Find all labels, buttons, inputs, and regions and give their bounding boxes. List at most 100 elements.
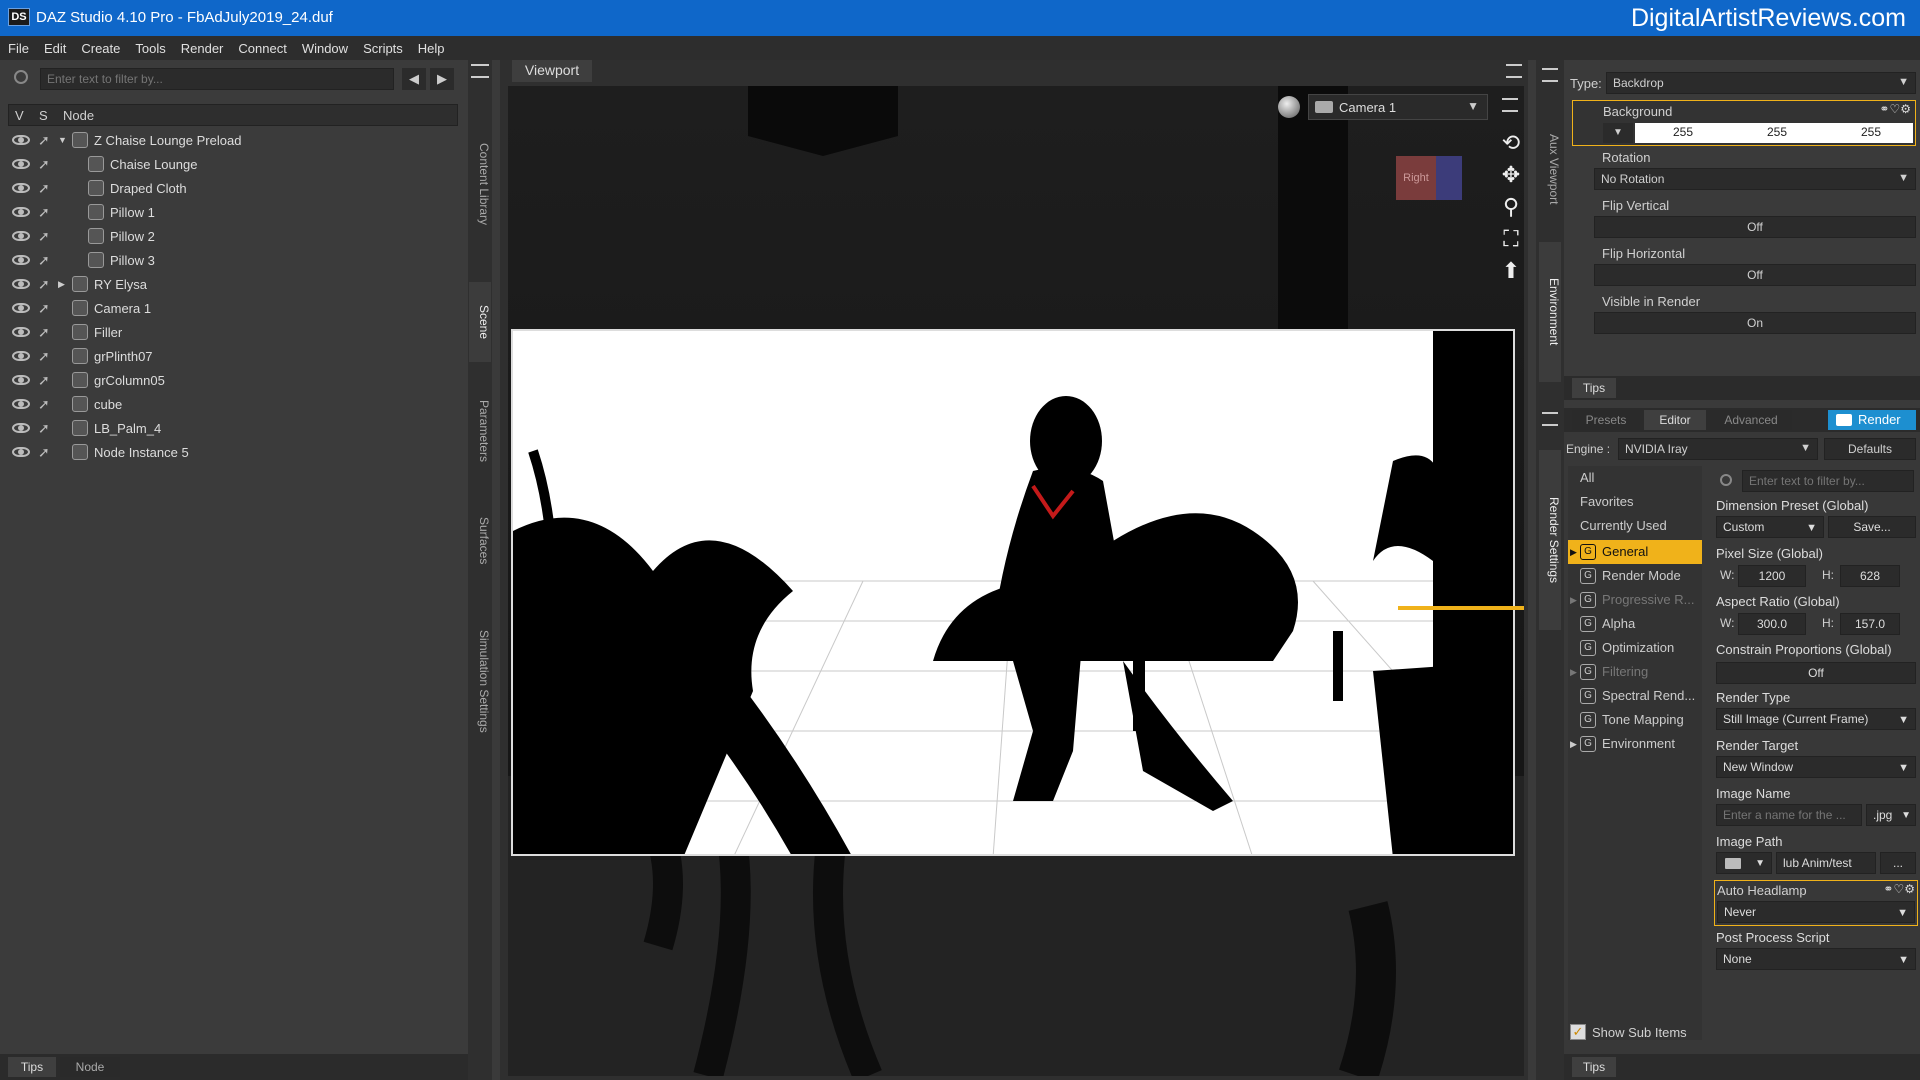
arrow-left-icon[interactable]: ◀: [402, 68, 426, 90]
col-node[interactable]: Node: [63, 108, 94, 123]
selectable-arrow-icon[interactable]: ➚: [38, 420, 50, 437]
scene-node-row[interactable]: ➚ Pillow 2: [0, 224, 460, 248]
selectable-arrow-icon[interactable]: ➚: [38, 324, 50, 341]
bg-green[interactable]: 255: [1767, 125, 1787, 139]
selectable-arrow-icon[interactable]: ➚: [38, 252, 50, 269]
visibility-eye-icon[interactable]: [12, 135, 30, 145]
scene-node-row[interactable]: ➚ Draped Cloth: [0, 176, 460, 200]
tab-tips[interactable]: Tips: [1572, 1057, 1616, 1077]
viewport-menu-icon[interactable]: [1502, 98, 1518, 112]
save-preset-button[interactable]: Save...: [1828, 516, 1916, 538]
defaults-button[interactable]: Defaults: [1824, 438, 1916, 460]
selectable-arrow-icon[interactable]: ➚: [38, 276, 50, 293]
panel-menu-icon[interactable]: [1506, 64, 1522, 78]
render-target-dropdown[interactable]: New Window ▼: [1716, 756, 1916, 778]
expander-icon[interactable]: ▶: [1570, 588, 1577, 612]
visibility-eye-icon[interactable]: [12, 375, 30, 385]
tab-viewport[interactable]: Viewport: [512, 60, 592, 82]
scene-node-row[interactable]: ➚ Node Instance 5: [0, 440, 460, 464]
view-cube-right-face[interactable]: Right: [1396, 156, 1436, 200]
panel-menu-icon[interactable]: [471, 64, 489, 78]
dimension-preset-dropdown[interactable]: Custom ▼: [1716, 516, 1824, 538]
visibility-eye-icon[interactable]: [12, 351, 30, 361]
expander-icon[interactable]: ▶: [1570, 540, 1577, 564]
menu-window[interactable]: Window: [302, 41, 348, 56]
color-expand-button[interactable]: ▼: [1603, 123, 1633, 143]
scene-node-row[interactable]: ➚ Filler: [0, 320, 460, 344]
constrain-proportions-toggle[interactable]: Off: [1716, 662, 1916, 684]
visibility-eye-icon[interactable]: [12, 183, 30, 193]
show-sub-items-checkbox[interactable]: ✓: [1570, 1024, 1586, 1040]
visibility-eye-icon[interactable]: [12, 399, 30, 409]
vtab-content-library[interactable]: Content Library: [469, 104, 491, 264]
scene-node-row[interactable]: ➚ grPlinth07: [0, 344, 460, 368]
scene-node-row[interactable]: ➚ cube: [0, 392, 460, 416]
scene-node-row[interactable]: ➚ ▶ RY Elysa: [0, 272, 460, 296]
scene-filter-input[interactable]: [40, 68, 394, 90]
scene-node-row[interactable]: ➚ LB_Palm_4: [0, 416, 460, 440]
pixel-width-field[interactable]: 1200: [1738, 565, 1806, 587]
zoom-icon[interactable]: ⚲: [1498, 194, 1524, 220]
tab-tips[interactable]: Tips: [8, 1057, 56, 1077]
vtab-simulation-settings[interactable]: Simulation Settings: [469, 596, 491, 766]
selectable-arrow-icon[interactable]: ➚: [38, 228, 50, 245]
image-path-field[interactable]: lub Anim/test: [1776, 852, 1876, 874]
visibility-eye-icon[interactable]: [12, 303, 30, 313]
flip-vertical-toggle[interactable]: Off: [1594, 216, 1916, 238]
vtab-surfaces[interactable]: Surfaces: [469, 496, 491, 586]
selectable-arrow-icon[interactable]: ➚: [38, 204, 50, 221]
visibility-eye-icon[interactable]: [12, 159, 30, 169]
expander-icon[interactable]: ▶: [1570, 660, 1577, 684]
expander-icon[interactable]: ▼: [58, 135, 67, 145]
flip-horizontal-toggle[interactable]: Off: [1594, 264, 1916, 286]
menu-edit[interactable]: Edit: [44, 41, 66, 56]
scene-node-row[interactable]: ➚ grColumn05: [0, 368, 460, 392]
render-section-item[interactable]: ▶ G General: [1568, 540, 1702, 564]
selectable-arrow-icon[interactable]: ➚: [38, 156, 50, 173]
type-dropdown[interactable]: Backdrop ▼: [1606, 72, 1916, 94]
render-section-item[interactable]: G Alpha: [1568, 612, 1702, 636]
arrow-right-icon[interactable]: ▶: [430, 68, 454, 90]
menu-help[interactable]: Help: [418, 41, 445, 56]
visibility-eye-icon[interactable]: [12, 231, 30, 241]
tab-tips[interactable]: Tips: [1572, 378, 1616, 398]
visible-in-render-toggle[interactable]: On: [1594, 312, 1916, 334]
visibility-eye-icon[interactable]: [12, 255, 30, 265]
selectable-arrow-icon[interactable]: ➚: [38, 348, 50, 365]
selectable-arrow-icon[interactable]: ➚: [38, 444, 50, 461]
col-v[interactable]: V: [15, 108, 24, 123]
scene-node-row[interactable]: ➚ Chaise Lounge: [0, 152, 460, 176]
scene-node-row[interactable]: ➚ Pillow 1: [0, 200, 460, 224]
shading-sphere-icon[interactable]: [1278, 96, 1300, 118]
group-all[interactable]: All: [1568, 466, 1702, 490]
tab-editor[interactable]: Editor: [1644, 410, 1706, 430]
render-button[interactable]: Render: [1828, 410, 1916, 430]
render-section-item[interactable]: ▶ G Environment: [1568, 732, 1702, 756]
viewport-canvas[interactable]: Right Camera 1 ▼ ⟲ ✥ ⚲ ⛶ ⬆: [508, 86, 1524, 1076]
render-section-item[interactable]: G Optimization: [1568, 636, 1702, 660]
tab-presets[interactable]: Presets: [1572, 410, 1640, 430]
vtab-aux-viewport[interactable]: Aux Viewport: [1539, 104, 1561, 234]
rotation-dropdown[interactable]: No Rotation ▼: [1594, 168, 1916, 190]
menu-scripts[interactable]: Scripts: [363, 41, 403, 56]
pixel-height-field[interactable]: 628: [1840, 565, 1900, 587]
render-type-dropdown[interactable]: Still Image (Current Frame) ▼: [1716, 708, 1916, 730]
expander-icon[interactable]: ▶: [58, 279, 65, 290]
render-section-item[interactable]: ▶ G Progressive R...: [1568, 588, 1702, 612]
vtab-render-settings[interactable]: Render Settings: [1539, 450, 1561, 630]
render-section-item[interactable]: G Tone Mapping: [1568, 708, 1702, 732]
visibility-eye-icon[interactable]: [12, 279, 30, 289]
view-cube[interactable]: Right: [1396, 148, 1466, 208]
render-section-item[interactable]: G Spectral Rend...: [1568, 684, 1702, 708]
menu-connect[interactable]: Connect: [238, 41, 286, 56]
auto-headlamp-dropdown[interactable]: Never ▼: [1717, 901, 1915, 923]
vtab-scene[interactable]: Scene: [469, 282, 491, 362]
expander-icon[interactable]: ▶: [1570, 732, 1577, 756]
engine-dropdown[interactable]: NVIDIA Iray ▼: [1618, 438, 1818, 460]
camera-dropdown[interactable]: Camera 1 ▼: [1308, 94, 1488, 120]
scene-node-row[interactable]: ➚ Camera 1: [0, 296, 460, 320]
group-currently-used[interactable]: Currently Used: [1568, 514, 1702, 538]
render-section-item[interactable]: ▶ G Filtering: [1568, 660, 1702, 684]
vtab-environment[interactable]: Environment: [1539, 242, 1561, 382]
menu-tools[interactable]: Tools: [135, 41, 165, 56]
